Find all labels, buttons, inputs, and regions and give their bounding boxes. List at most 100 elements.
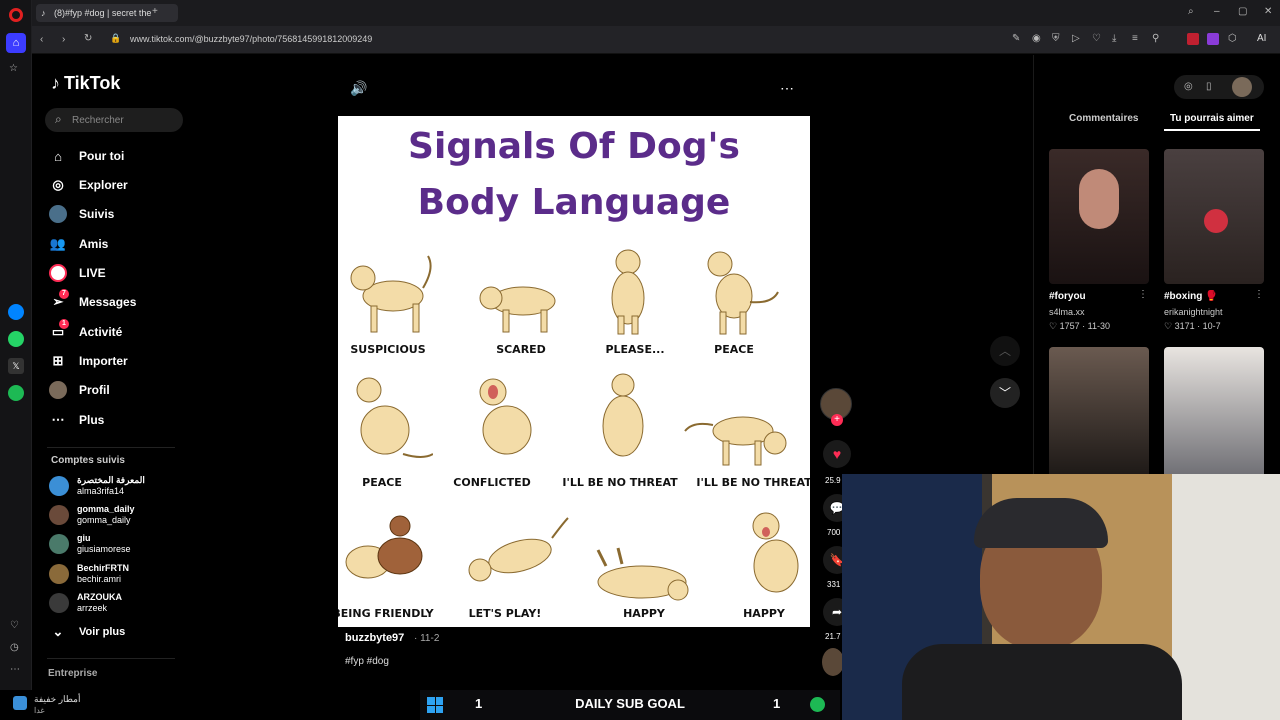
video-author[interactable]: s4lma.xx [1049, 307, 1085, 317]
forward-icon[interactable]: › [62, 34, 65, 45]
nav-profile[interactable]: Profil [49, 379, 110, 401]
device-icon[interactable]: ▯ [1206, 81, 1212, 92]
chevron-up-icon[interactable]: ︿ [990, 336, 1020, 366]
music-disc-icon[interactable] [822, 648, 844, 676]
more-vertical-icon[interactable]: ⋮ [1254, 289, 1264, 300]
chevron-down-icon[interactable]: ﹀ [990, 378, 1020, 408]
more-options-icon[interactable]: ⋯ [780, 80, 794, 97]
nav-messages[interactable]: ➢ 7 Messages [49, 289, 136, 313]
chevron-down-icon: ⌄ [52, 624, 64, 639]
whatsapp-icon[interactable] [8, 331, 24, 347]
dog-happy-sitting-illustration [752, 512, 799, 593]
new-tab-icon[interactable]: + [152, 6, 158, 17]
account-item[interactable]: المعرفة المختصرة alma3rifa14 [49, 475, 145, 497]
nav-more[interactable]: ⋯ Plus [49, 409, 105, 431]
account-item[interactable]: gomma_daily gomma_daily [49, 504, 135, 526]
history-icon[interactable]: ◷ [10, 642, 19, 653]
video-thumbnail[interactable] [1164, 347, 1264, 482]
vpn-icon[interactable] [1207, 33, 1219, 45]
account-handle: bechir.amri [77, 574, 122, 584]
tab-title: (8)#fyp #dog | secret the [54, 8, 152, 18]
reload-icon[interactable]: ↻ [84, 33, 92, 44]
video-author[interactable]: erikanightnight [1164, 307, 1223, 317]
search-input[interactable]: ⌕ Rechercher [45, 108, 183, 132]
video-likes: 3171 [1174, 321, 1195, 331]
heart-outline-icon[interactable]: ♡ [1092, 33, 1101, 44]
heart-icon[interactable]: ♡ [10, 620, 19, 631]
search-icon: ⌕ [55, 112, 62, 126]
x-icon[interactable]: 𝕏 [8, 358, 24, 374]
nav-following[interactable]: Suivis [49, 203, 114, 225]
more-vertical-icon[interactable]: ⋮ [1138, 289, 1148, 300]
compass-icon[interactable]: ◎ [1184, 81, 1193, 92]
account-name: ARZOUKA [77, 592, 122, 602]
send-icon: ➢ 7 [49, 289, 69, 311]
follow-plus-icon[interactable]: + [831, 414, 843, 426]
dog-label: CONFLICTED [453, 476, 531, 489]
tab-suggestions[interactable]: Tu pourrais aimer [1170, 113, 1254, 124]
active-tab-indicator [1164, 129, 1260, 131]
dogs-friendly-illustration [345, 515, 423, 579]
video-thumbnail[interactable] [1049, 347, 1149, 482]
following-avatar-icon [49, 205, 67, 223]
avatar [49, 593, 69, 613]
account-item[interactable]: giu giusiamorese [49, 533, 131, 555]
play-icon[interactable]: ▷ [1072, 33, 1080, 44]
messenger-icon[interactable] [8, 304, 24, 320]
nav-for-you[interactable]: ⌂ Pour toi [49, 145, 124, 167]
lock-icon: 🔒 [110, 33, 122, 43]
post-image[interactable]: Signals Of Dog's Body Language SUSPICIOU… [338, 116, 810, 627]
nav-activity[interactable]: ▭ 1 Activité [49, 319, 123, 343]
dog-no-threat-sitting-illustration [602, 373, 644, 457]
weather-subtext: غدا [34, 706, 45, 715]
video-caption[interactable]: #boxing 🥊 [1164, 291, 1218, 302]
tiktok-logo[interactable]: ♪ TikTok [51, 73, 120, 94]
box-icon[interactable]: ⬡ [1228, 33, 1237, 44]
post-hashtags[interactable]: #fyp #dog [345, 656, 389, 667]
dog-scared-illustration [479, 286, 556, 333]
search-tabs-icon[interactable]: ⌕ [1188, 6, 1194, 17]
account-item[interactable]: BechirFRTN bechir.amri [49, 563, 129, 585]
video-thumbnail[interactable] [1164, 149, 1264, 284]
close-icon[interactable]: ✕ [1264, 6, 1272, 17]
nav-label: Activité [79, 325, 123, 339]
minimize-icon[interactable]: – [1214, 6, 1220, 17]
download-icon[interactable]: ⤓ [1112, 33, 1116, 44]
menu-icon[interactable]: ≡ [1132, 33, 1138, 44]
nav-live[interactable]: LIVE [49, 262, 106, 284]
url-field[interactable]: www.tiktok.com/@buzzbyte97/photo/7568145… [130, 34, 372, 44]
user-avatar[interactable] [1232, 77, 1252, 97]
profile-icon[interactable]: ⚲ [1152, 33, 1159, 44]
boxing-bag-placeholder [1204, 209, 1228, 233]
more-icon[interactable]: ⋯ [10, 664, 20, 675]
bookmark-star-icon[interactable]: ☆ [9, 63, 18, 74]
spotify-icon[interactable] [8, 385, 24, 401]
extension-icon[interactable] [1187, 33, 1199, 45]
nav-label: Suivis [79, 207, 115, 221]
opera-logo-icon[interactable] [9, 8, 23, 22]
camera-icon[interactable]: ◉ [1032, 33, 1041, 44]
nav-upload[interactable]: ⊞ Importer [49, 350, 128, 372]
see-more-button[interactable]: ⌄ Voir plus [49, 621, 126, 643]
nav-explore[interactable]: ◎ Explorer [49, 174, 127, 196]
post-author[interactable]: buzzbyte97 [345, 632, 404, 644]
shield-icon[interactable]: ⛨ [1052, 33, 1060, 44]
ai-button[interactable]: AI [1257, 33, 1266, 44]
avatar [49, 534, 69, 554]
account-item[interactable]: ARZOUKA arrzeek [49, 592, 122, 614]
enterprise-link[interactable]: Entreprise [48, 668, 97, 679]
video-thumbnail[interactable] [1049, 149, 1149, 284]
tab-comments[interactable]: Commentaires [1069, 113, 1138, 124]
back-icon[interactable]: ‹ [40, 34, 43, 45]
spotify-icon[interactable] [810, 697, 825, 712]
weather-text: أمطار خفيفة [34, 694, 81, 704]
volume-icon[interactable]: 🔊 [350, 80, 367, 97]
like-icon[interactable]: ♥ [823, 440, 851, 468]
tiktok-favicon-icon: ♪ [41, 8, 46, 18]
home-icon[interactable]: ⌂ [6, 33, 26, 53]
nav-friends[interactable]: 👥 Amis [49, 233, 108, 255]
video-caption[interactable]: #foryou [1049, 291, 1086, 302]
maximize-icon[interactable]: ▢ [1238, 6, 1247, 17]
edit-icon[interactable]: ✎ [1012, 33, 1020, 44]
dog-label: I'LL BE NO THREAT [696, 476, 810, 489]
